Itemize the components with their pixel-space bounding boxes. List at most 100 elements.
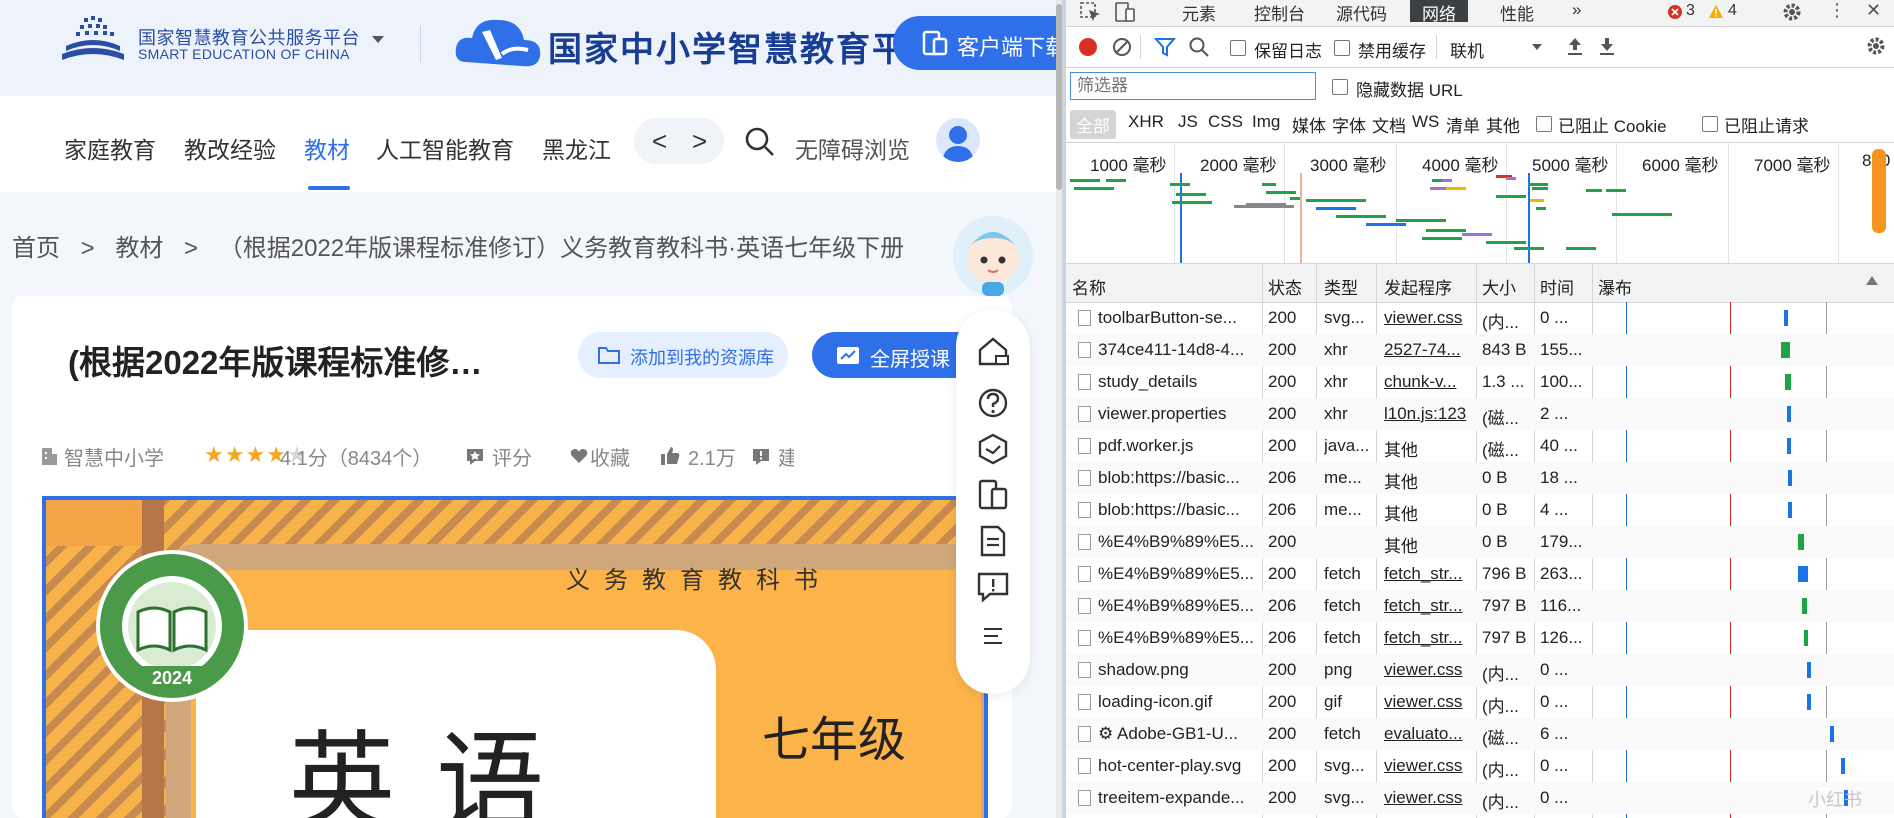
request-initiator[interactable]: viewer.css — [1384, 756, 1474, 776]
help-icon[interactable] — [976, 386, 1010, 420]
error-icon[interactable] — [1668, 5, 1682, 19]
tab-console[interactable]: 控制台 — [1254, 0, 1305, 24]
column-time[interactable]: 时间 — [1540, 274, 1574, 299]
error-count[interactable]: 3 — [1686, 2, 1695, 20]
throttle-select[interactable]: 联机 — [1450, 37, 1484, 62]
nav-item-ai-education[interactable]: 人工智能教育 — [376, 131, 514, 165]
type-filter-media[interactable]: 媒体 — [1292, 112, 1326, 137]
request-initiator[interactable]: fetch_str... — [1384, 564, 1474, 584]
document-icon[interactable] — [976, 524, 1010, 558]
filter-input[interactable] — [1070, 72, 1316, 100]
rate-button[interactable]: 评分 — [492, 442, 532, 471]
table-row[interactable]: toolbarButton-se... 200 svg... viewer.css (内… — [1066, 302, 1894, 334]
import-upload-icon[interactable] — [1566, 36, 1584, 56]
cube-icon[interactable] — [976, 432, 1010, 466]
request-initiator[interactable]: viewer.css — [1384, 788, 1474, 808]
table-row[interactable]: treeitem-expande... 200 svg... viewer.css (内… — [1066, 782, 1894, 814]
client-download-button[interactable]: 客户端下载 — [893, 16, 1056, 70]
request-initiator[interactable]: chunk-v... — [1384, 372, 1474, 392]
column-waterfall[interactable]: 瀑布 — [1598, 274, 1632, 299]
waterfall-bar[interactable] — [1786, 406, 1791, 422]
column-initiator[interactable]: 发起程序 — [1384, 274, 1452, 299]
table-row[interactable]: %E4%B9%89%E5... 206 fetch fetch_str... 797 B… — [1066, 590, 1894, 622]
multi-device-icon[interactable] — [976, 478, 1010, 512]
waterfall-bar[interactable] — [1780, 342, 1790, 358]
type-filter-img[interactable]: Img — [1252, 112, 1280, 132]
more-options-icon[interactable]: ⋮ — [1828, 0, 1846, 21]
nav-next-button[interactable]: > — [692, 126, 707, 157]
request-initiator[interactable]: viewer.css — [1384, 660, 1474, 680]
column-name[interactable]: 名称 — [1072, 274, 1106, 299]
type-filter-ws[interactable]: WS — [1412, 112, 1439, 132]
type-filter-xhr[interactable]: XHR — [1128, 112, 1164, 132]
table-row[interactable]: pdf.worker.js 200 java... 其他 (磁... 40 ... — [1066, 430, 1894, 462]
column-size[interactable]: 大小 — [1482, 274, 1516, 299]
nav-prev-button[interactable]: < — [652, 126, 667, 157]
nav-item-heilongjiang[interactable]: 黑龙江 — [542, 131, 611, 165]
add-to-library-button[interactable]: 添加到我的资源库 — [578, 332, 788, 378]
column-status[interactable]: 状态 — [1268, 274, 1302, 299]
type-filter-doc[interactable]: 文档 — [1372, 112, 1406, 137]
throttle-chevron-down-icon[interactable] — [1532, 44, 1542, 50]
accessibility-link[interactable]: 无障碍浏览 — [795, 131, 910, 165]
platform-dropdown-icon[interactable] — [372, 36, 384, 43]
waterfall-bar[interactable] — [1802, 598, 1807, 614]
waterfall-bar[interactable] — [1798, 534, 1804, 550]
nav-item-textbooks[interactable]: 教材 — [304, 131, 350, 165]
request-initiator[interactable]: fetch_str... — [1384, 628, 1474, 648]
tab-sources[interactable]: 源代码 — [1336, 0, 1387, 24]
warning-icon[interactable] — [1708, 4, 1724, 19]
table-row[interactable]: shadow.png 200 png viewer.css (内... 0 ... — [1066, 654, 1894, 686]
nav-item-family-education[interactable]: 家庭教育 — [64, 131, 156, 165]
nav-item-reform-experience[interactable]: 教改经验 — [184, 131, 276, 165]
record-stop-icon[interactable] — [1078, 37, 1098, 57]
tab-elements[interactable]: 元素 — [1182, 0, 1216, 24]
breadcrumb-home[interactable]: 首页 — [12, 235, 60, 262]
feedback-message-icon[interactable] — [976, 570, 1010, 604]
type-filter-css[interactable]: CSS — [1208, 112, 1243, 132]
overview-scrollbar[interactable] — [1872, 149, 1886, 233]
waterfall-bar[interactable] — [1788, 470, 1793, 486]
network-settings-gear-icon[interactable] — [1866, 36, 1886, 56]
type-filter-all[interactable]: 全部 — [1070, 110, 1116, 139]
like-count[interactable]: 2.1万 — [688, 442, 736, 471]
waterfall-bar[interactable] — [1798, 566, 1809, 582]
collapse-menu-icon[interactable] — [976, 624, 1010, 648]
hide-data-urls-checkbox[interactable] — [1332, 79, 1348, 95]
request-initiator[interactable]: viewer.css — [1384, 308, 1474, 328]
clear-icon[interactable] — [1112, 37, 1132, 57]
home-icon[interactable] — [976, 334, 1010, 368]
favorite-button[interactable]: 收藏 — [590, 442, 630, 471]
sort-ascending-icon[interactable] — [1866, 276, 1878, 285]
table-row[interactable]: ⚙ Adobe-GB1-U... 200 fetch evaluato... (磁...… — [1066, 718, 1894, 750]
ai-assistant-mascot-icon[interactable] — [952, 208, 1034, 298]
more-tabs-button[interactable]: » — [1572, 0, 1581, 22]
platform-cloud-logo-icon[interactable] — [452, 10, 546, 76]
table-row[interactable]: blob:https://basic... 206 me... 其他 0 B 18 ... — [1066, 462, 1894, 494]
close-devtools-icon[interactable]: ✕ — [1866, 0, 1881, 21]
device-toolbar-icon[interactable] — [1114, 2, 1136, 22]
table-row[interactable]: study_details 200 xhr chunk-v... 1.3 ... 100.… — [1066, 366, 1894, 398]
breadcrumb-textbooks[interactable]: 教材 — [115, 235, 163, 262]
settings-gear-icon[interactable] — [1782, 2, 1802, 22]
waterfall-bar[interactable] — [1803, 630, 1809, 646]
waterfall-bar[interactable] — [1807, 694, 1812, 710]
waterfall-bar[interactable] — [1841, 758, 1846, 774]
avatar[interactable] — [936, 118, 980, 162]
table-row[interactable]: %E4%B9%89%E5... 200 fetch fetch_str... 796 B… — [1066, 558, 1894, 590]
waterfall-bar[interactable] — [1785, 374, 1791, 390]
type-filter-js[interactable]: JS — [1178, 112, 1198, 132]
request-initiator[interactable]: fetch_str... — [1384, 596, 1474, 616]
type-filter-font[interactable]: 字体 — [1332, 112, 1366, 137]
search-icon[interactable] — [744, 126, 776, 158]
waterfall-bar[interactable] — [1829, 726, 1834, 742]
preserve-log-checkbox[interactable] — [1230, 40, 1246, 56]
disable-cache-checkbox[interactable] — [1334, 40, 1350, 56]
request-initiator[interactable]: viewer.css — [1384, 692, 1474, 712]
table-row[interactable]: hot-center-play.svg 200 svg... viewer.css (内… — [1066, 750, 1894, 782]
export-download-icon[interactable] — [1598, 36, 1616, 56]
tab-performance[interactable]: 性能 — [1500, 0, 1534, 24]
type-filter-manifest[interactable]: 清单 — [1446, 112, 1480, 137]
request-initiator[interactable]: 2527-74... — [1384, 340, 1474, 360]
timeline-overview[interactable]: 1000 毫秒 2000 毫秒 3000 毫秒 4000 毫秒 5000 毫秒 … — [1066, 143, 1894, 264]
